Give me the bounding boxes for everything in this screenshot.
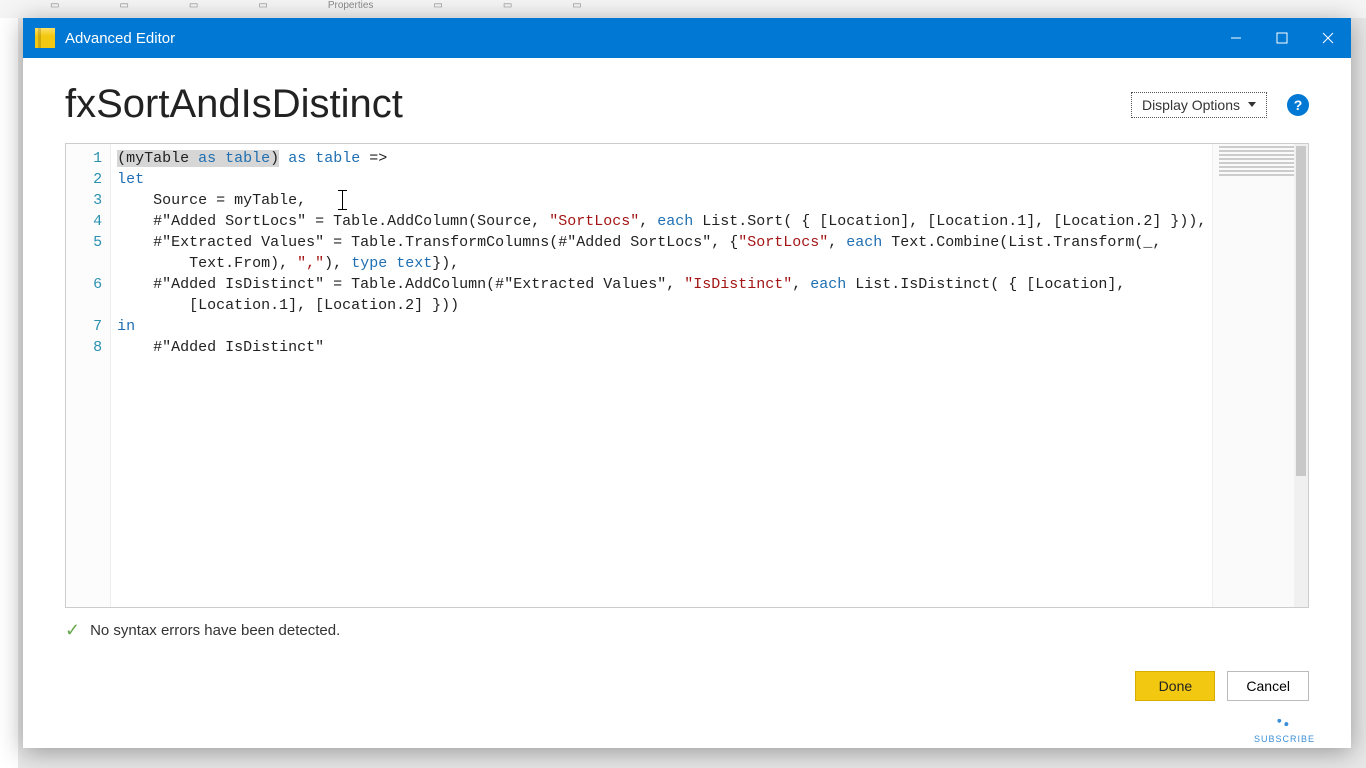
status-row: ✓ No syntax errors have been detected.: [65, 620, 1309, 641]
query-name: fxSortAndIsDistinct: [65, 82, 403, 127]
subscribe-icon: [1269, 709, 1300, 736]
background-side-panel: [0, 18, 18, 768]
header-row: fxSortAndIsDistinct Display Options ?: [23, 58, 1351, 135]
advanced-editor-dialog: Advanced Editor fxSortAndIsDistinct Disp…: [23, 18, 1351, 748]
line-number-gutter: 1 2 3 4 5 6 7 8: [66, 144, 111, 607]
scrollbar-thumb[interactable]: [1296, 146, 1306, 476]
window-title: Advanced Editor: [65, 30, 175, 47]
powerbi-icon: [35, 28, 55, 48]
code-editor[interactable]: 1 2 3 4 5 6 7 8 (myTable as table) as ta…: [65, 143, 1309, 608]
check-icon: ✓: [65, 620, 80, 641]
button-row: Done Cancel: [65, 671, 1309, 701]
maximize-button[interactable]: [1259, 18, 1305, 58]
done-button[interactable]: Done: [1135, 671, 1215, 701]
display-options-label: Display Options: [1142, 97, 1240, 113]
cancel-button[interactable]: Cancel: [1227, 671, 1309, 701]
subscribe-badge: SUBSCRIBE: [1254, 714, 1315, 744]
chevron-down-icon: [1248, 102, 1256, 107]
minimize-button[interactable]: [1213, 18, 1259, 58]
status-message: No syntax errors have been detected.: [90, 622, 340, 639]
code-content[interactable]: (myTable as table) as table => let Sourc…: [111, 144, 1212, 607]
text-cursor: [342, 191, 343, 209]
close-button[interactable]: [1305, 18, 1351, 58]
minimap[interactable]: [1212, 144, 1308, 607]
titlebar: Advanced Editor: [23, 18, 1351, 58]
scrollbar[interactable]: [1294, 144, 1308, 607]
display-options-dropdown[interactable]: Display Options: [1131, 92, 1267, 118]
help-icon[interactable]: ?: [1287, 94, 1309, 116]
window-controls: [1213, 18, 1351, 58]
background-ribbon: ▭▭▭▭Properties▭▭▭: [0, 0, 1366, 18]
